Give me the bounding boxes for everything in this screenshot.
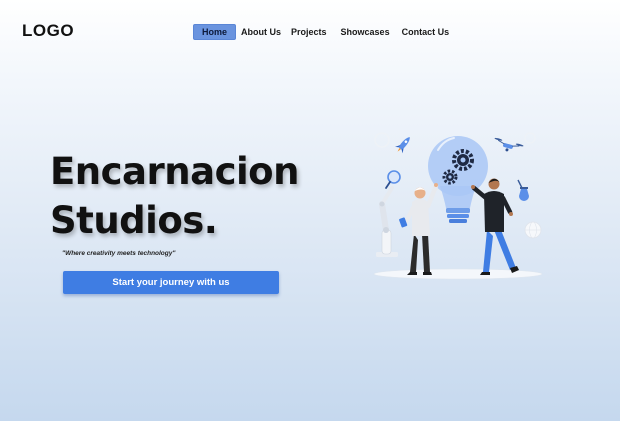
flask-icon — [517, 179, 529, 201]
nav-contact-us[interactable]: Contact Us — [397, 25, 455, 39]
hero-illustration — [370, 126, 546, 282]
robot-arm-icon — [376, 186, 398, 257]
lightbulb-icon — [428, 136, 488, 223]
decor-circle-right-icon — [524, 132, 536, 144]
nav-showcases[interactable]: Showcases — [336, 25, 395, 39]
hero-tagline: "Where creativity meets technology" — [62, 250, 176, 257]
hero-title-line2: Studios. — [50, 199, 218, 242]
nav-projects[interactable]: Projects — [286, 25, 332, 39]
person-left-figure — [399, 183, 439, 275]
drone-icon — [494, 137, 524, 152]
main-nav: Home About Us Projects Showcases Contact… — [193, 24, 454, 40]
hero-title: Encarnacion Studios. — [50, 147, 299, 245]
nav-about-us[interactable]: About Us — [236, 25, 286, 39]
decor-circle-icon — [374, 132, 390, 148]
nav-home[interactable]: Home — [193, 24, 237, 40]
rocket-icon — [395, 137, 410, 154]
start-journey-button[interactable]: Start your journey with us — [63, 271, 279, 294]
hero-title-line1: Encarnacion — [50, 150, 299, 193]
globe-icon — [524, 221, 542, 239]
logo[interactable]: LOGO — [22, 21, 74, 41]
person-right-figure — [471, 178, 519, 275]
magnifier-icon — [385, 170, 401, 189]
